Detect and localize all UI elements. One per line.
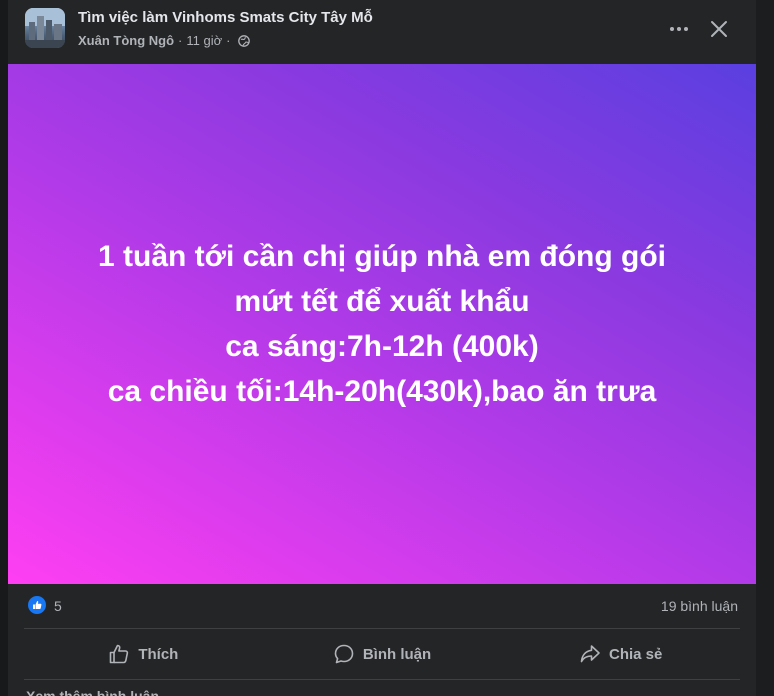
divider-bottom — [24, 679, 740, 680]
share-label: Chia sẻ — [609, 645, 663, 663]
post-meta: Xuân Tòng Ngô · 11 giờ · — [78, 33, 251, 48]
post-background[interactable]: 1 tuần tới cần chị giúp nhà em đóng gói … — [8, 64, 756, 584]
like-label: Thích — [138, 645, 179, 663]
post-header: Tìm việc làm Vinhoms Smats City Tây Mỗ X… — [8, 0, 756, 64]
like-count[interactable]: 5 — [54, 598, 62, 614]
post-line: mứt tết để xuất khẩu — [234, 285, 530, 318]
more-options-button[interactable] — [664, 14, 694, 44]
author-name[interactable]: Xuân Tòng Ngô — [78, 33, 174, 48]
post-time[interactable]: 11 giờ — [186, 33, 222, 48]
meta-separator: · — [178, 33, 183, 48]
post-line: ca sáng:7h-12h (400k) — [225, 330, 539, 363]
close-button[interactable] — [704, 14, 734, 44]
group-name[interactable]: Tìm việc làm Vinhoms Smats City Tây Mỗ — [78, 9, 373, 26]
post-text: 1 tuần tới cần chị giúp nhà em đóng gói … — [98, 234, 666, 414]
post-line: ca chiều tối:14h-20h(430k),bao ăn trưa — [107, 375, 657, 408]
scrollbar[interactable] — [756, 0, 774, 696]
thumbs-up-icon — [110, 644, 129, 664]
more-horizontal-icon — [670, 27, 688, 31]
comment-label: Bình luận — [362, 645, 432, 663]
globe-icon — [238, 34, 251, 47]
action-bar: Thích Bình luận Chia sẻ — [24, 632, 740, 676]
like-button[interactable]: Thích — [24, 632, 263, 676]
meta-separator-2: · — [226, 33, 231, 48]
close-icon — [711, 21, 727, 37]
share-icon — [580, 645, 600, 663]
reaction-bar: 5 19 bình luận — [8, 592, 756, 622]
divider — [24, 628, 740, 629]
comment-count[interactable]: 19 bình luận — [661, 598, 738, 614]
post-line: 1 tuần tới cần chị giúp nhà em đóng gói — [97, 240, 666, 273]
post-card: Tìm việc làm Vinhoms Smats City Tây Mỗ X… — [8, 0, 756, 696]
view-more-comments-link[interactable]: Xem thêm bình luận — [26, 688, 159, 696]
comment-button[interactable]: Bình luận — [263, 632, 502, 676]
comment-icon — [334, 644, 354, 664]
like-reaction-icon[interactable] — [28, 596, 46, 614]
group-avatar[interactable] — [25, 8, 65, 48]
share-button[interactable]: Chia sẻ — [501, 632, 740, 676]
